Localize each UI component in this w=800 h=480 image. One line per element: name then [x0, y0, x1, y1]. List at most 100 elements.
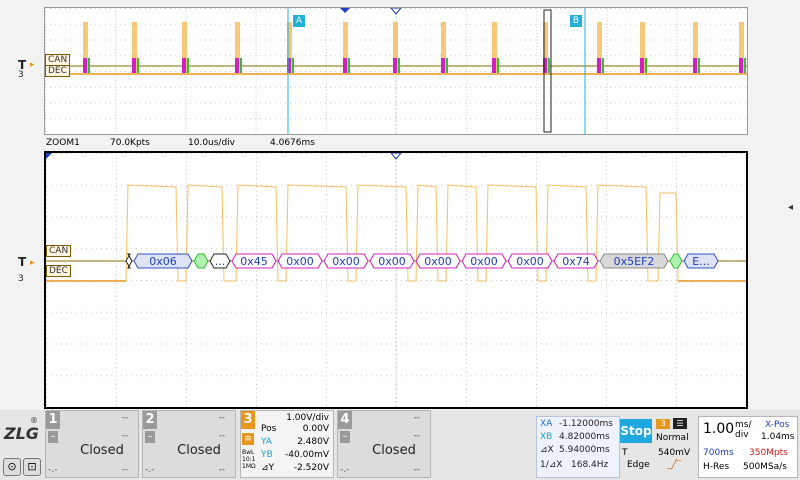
grid-dot [110, 71, 111, 72]
grid-dot [481, 311, 482, 313]
grid-dot [246, 343, 247, 345]
grid-dot [625, 55, 626, 57]
grid-dot [630, 71, 631, 72]
grid-dot [666, 375, 667, 377]
grid-dot [245, 39, 246, 41]
grid-dot [131, 280, 132, 281]
zoom-tool-icon[interactable]: ⊡ [23, 458, 41, 476]
cursor-a-label[interactable]: A [293, 15, 305, 27]
grid-dot [641, 216, 642, 218]
grid-dot [245, 118, 246, 120]
grid-dot [430, 8, 431, 9]
grid-dot [466, 280, 467, 281]
grid-dot [655, 118, 656, 120]
grid-dot [535, 23, 536, 25]
grid-dot [356, 311, 357, 313]
grid-dot [606, 325, 607, 327]
grid-dot [541, 343, 542, 345]
grid-dot [610, 71, 611, 72]
grid-dot [240, 86, 241, 88]
grid-dot [625, 71, 626, 72]
trigger-panel[interactable]: 3 ☰ Normal Edge _╱‾ [627, 416, 697, 478]
run-stop-button[interactable]: Stop [620, 419, 652, 443]
grid-dot [91, 248, 92, 250]
grid-dot [241, 311, 242, 313]
overview-waveform[interactable]: CAN DEC A B [44, 7, 748, 135]
grid-dot [695, 8, 696, 9]
grid-dot [536, 291, 537, 293]
grid-dot [211, 280, 212, 281]
grid-dot [241, 216, 242, 218]
grid-dot [326, 165, 327, 167]
grid-dot [186, 300, 187, 301]
grid-dot [211, 216, 212, 218]
grid-dot [380, 39, 381, 41]
grid-dot [536, 396, 537, 398]
channel-3-panel[interactable]: 3 1.00V/div Pos 0.00V ≡ YA 2.480V BwL 10… [240, 410, 334, 478]
cursor-readout-panel[interactable]: XA -1.12000ms XB 4.82000ms ⊿X 5.94000ms … [536, 416, 620, 478]
grid-dot [521, 375, 522, 377]
grid-dot [506, 343, 507, 345]
grid-dot [611, 216, 612, 218]
grid-dot [185, 99, 187, 101]
grid-dot [281, 375, 282, 377]
grid-dot [51, 343, 52, 345]
grid-dot [635, 23, 636, 25]
grid-dot [116, 232, 117, 234]
grid-dot [666, 153, 667, 154]
grid-dot [720, 118, 721, 120]
search-icon[interactable]: ⊙ [3, 458, 21, 476]
zoom-waveform[interactable]: 0x06... 0x45 0x00 0x00 0x00 0x00 0x00 0x00 0x74 0… [44, 151, 748, 409]
grid-dot [390, 39, 391, 41]
grid-dot [676, 89, 678, 91]
grid-dot [45, 42, 46, 44]
grid-dot [486, 311, 487, 313]
grid-dot [191, 343, 192, 345]
grid-dot [186, 161, 187, 163]
channel-4-panel[interactable]: 4 -- – -- Closed -.- -- [337, 410, 431, 478]
grid-dot [125, 8, 126, 9]
grid-dot [580, 86, 581, 88]
grid-dot [725, 71, 726, 72]
grid-dot [681, 153, 682, 154]
grid-dot [76, 248, 77, 250]
grid-dot [466, 182, 467, 184]
channel-1-panel[interactable]: 1 -- – -- Closed -.- -- [45, 410, 139, 478]
grid-dot [170, 55, 171, 57]
grid-dot [186, 343, 187, 345]
right-scroll-icon[interactable]: ◂ [788, 202, 793, 213]
grid-dot [656, 184, 657, 186]
grid-dot [336, 280, 337, 281]
grid-dot [185, 118, 186, 120]
grid-dot [606, 358, 607, 360]
grid-dot [451, 153, 452, 154]
grid-dot [615, 23, 616, 25]
grid-dot [536, 39, 538, 41]
grid-dot [116, 165, 117, 167]
grid-dot [116, 153, 117, 154]
grid-dot [396, 195, 397, 196]
grid-dot [486, 153, 487, 154]
timebase-panel[interactable]: 1.00 ms/ div X-Pos 1.04ms 700ms 350Mpts … [698, 416, 798, 478]
grid-dot [675, 8, 676, 9]
cursor-b-label[interactable]: B [570, 15, 582, 27]
grid-dot [326, 237, 327, 238]
grid-dot [450, 8, 451, 9]
grid-dot [315, 118, 316, 120]
grid-dot [586, 311, 587, 313]
grid-dot [116, 392, 117, 394]
grid-dot [256, 405, 257, 406]
grid-dot [705, 118, 706, 120]
grid-dot [225, 118, 226, 120]
grid-dot [96, 343, 97, 345]
channel-3-pos-value: 0.00V [302, 424, 329, 434]
grid-dot [421, 280, 422, 281]
grid-dot [60, 118, 61, 120]
grid-dot [316, 280, 317, 281]
grid-dot [536, 174, 537, 175]
grid-dot [320, 55, 321, 57]
channel-2-panel[interactable]: 2 -- – -- Closed -.- -- [142, 410, 236, 478]
grid-dot [606, 363, 607, 364]
grid-dot [265, 39, 266, 41]
grid-dot [425, 86, 426, 88]
